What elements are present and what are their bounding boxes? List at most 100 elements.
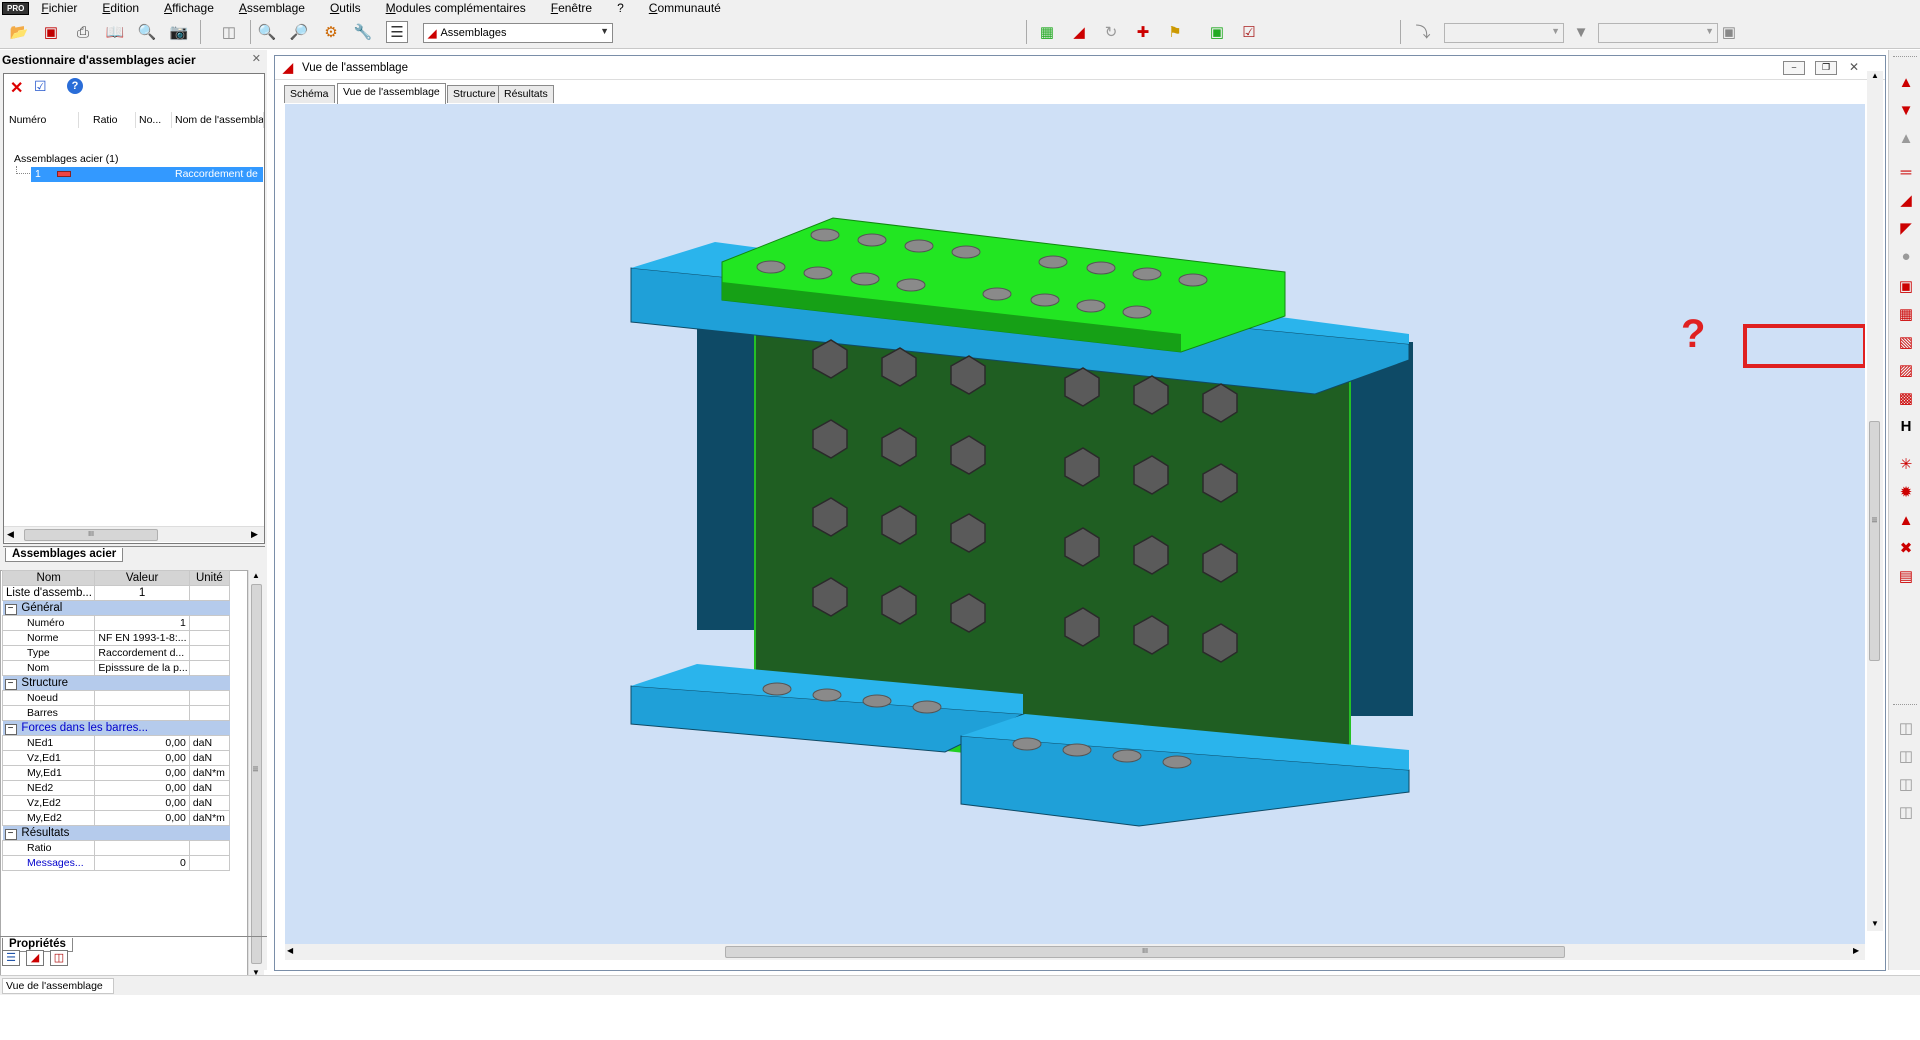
scroll-right-icon[interactable]: ▶ (251, 529, 258, 540)
haunch-icon[interactable]: ◤ (1896, 218, 1916, 238)
scroll-up-icon[interactable]: ▲ (1871, 71, 1879, 80)
anchor-icon[interactable]: ✳ (1896, 454, 1916, 474)
cross-bracing-icon[interactable]: ✖ (1896, 538, 1916, 558)
pointer-tool-icon[interactable]: ⤵ (1412, 21, 1434, 43)
gusset-icon[interactable]: ▧ (1896, 332, 1916, 352)
fin-plate-icon[interactable]: ▦ (1896, 304, 1916, 324)
prop-value[interactable]: 0,00 (94, 750, 190, 766)
viewport-hscroll[interactable]: ◀ III ▶ (285, 944, 1865, 960)
h-section-icon[interactable]: H (1896, 416, 1916, 436)
assembly-refresh-icon[interactable]: ↻ (1100, 21, 1122, 43)
screenshot-icon[interactable]: 📷 (168, 21, 190, 43)
verification-icon[interactable]: ☑ (1238, 21, 1260, 43)
tree-item-assembly-1[interactable]: 1 Raccordement de (31, 167, 263, 182)
menu-fichier[interactable]: Fichier (41, 1, 77, 15)
scroll-left-icon[interactable]: ◀ (287, 946, 293, 955)
disabled-tool-icon[interactable]: ◫ (1896, 718, 1916, 738)
disabled-tool-icon[interactable]: ◫ (1896, 802, 1916, 822)
settings-gear-icon[interactable]: ⚙ (320, 21, 342, 43)
prop-value[interactable]: 0,00 (94, 810, 190, 826)
save-icon[interactable]: ▣ (40, 21, 62, 43)
assemblages-combo[interactable]: ◢ Assemblages ▼ (423, 23, 613, 43)
scroll-thumb[interactable] (251, 584, 262, 964)
beam-column-icon[interactable]: ▼ (1896, 100, 1916, 120)
zoom-icon[interactable]: 🔍 (256, 21, 278, 43)
print-preview-icon[interactable]: 🔍 (136, 21, 158, 43)
column-ratio[interactable]: Ratio (79, 112, 136, 128)
menu-affichage[interactable]: Affichage (164, 1, 214, 15)
tower-base-icon[interactable]: ▤ (1896, 566, 1916, 586)
scroll-thumb[interactable]: III (24, 529, 158, 541)
messages-link[interactable]: Messages... (1, 855, 96, 871)
prop-value[interactable] (94, 690, 190, 706)
truss-node-icon[interactable]: ▩ (1896, 388, 1916, 408)
beam-splice-icon[interactable]: ▣ (1896, 276, 1916, 296)
prop-value[interactable]: 0,00 (94, 795, 190, 811)
prop-value[interactable] (94, 840, 190, 856)
scroll-right-icon[interactable]: ▶ (1853, 946, 1859, 955)
disabled-tool-icon[interactable]: ◫ (1896, 774, 1916, 794)
tree-root[interactable]: Assemblages acier (1) (14, 153, 118, 165)
define-assembly-icon[interactable]: ▦ (1036, 21, 1058, 43)
window-icon[interactable]: ◫ (218, 21, 240, 43)
tab-schema[interactable]: Schéma (284, 85, 335, 103)
menu-modules[interactable]: Modules complémentaires (386, 1, 526, 15)
assembly-view-icon[interactable]: ◢ (26, 950, 44, 966)
angle-cleat-icon[interactable]: ▨ (1896, 360, 1916, 380)
assembly-help-icon[interactable]: ⚑ (1164, 21, 1186, 43)
tab-structure[interactable]: Structure (447, 85, 502, 103)
menu-outils[interactable]: Outils (330, 1, 361, 15)
prop-value[interactable]: Raccordement d... (94, 645, 190, 661)
help-icon[interactable]: ? (67, 78, 83, 94)
properties-vscroll[interactable]: ▲ III ▼ (248, 570, 264, 982)
tools-wrench-icon[interactable]: 🔧 (352, 21, 374, 43)
delete-icon[interactable]: ✕ (10, 78, 23, 98)
disabled-tool-icon[interactable]: ◫ (1896, 746, 1916, 766)
menu-help[interactable]: ? (617, 1, 624, 15)
calculation-icon[interactable]: ▣ (1206, 21, 1228, 43)
prop-value[interactable] (94, 705, 190, 721)
tab-vue-assemblage[interactable]: Vue de l'assemblage (337, 83, 446, 104)
prop-list-value[interactable]: 1 (94, 585, 190, 601)
print-icon[interactable]: ⎙ (72, 21, 94, 43)
splice-icon[interactable]: ═ (1896, 162, 1916, 182)
column-nom[interactable]: Nom de l'assembla (172, 112, 264, 128)
scroll-thumb[interactable] (1869, 421, 1880, 661)
close-icon[interactable]: ✕ (252, 52, 261, 65)
manager-hscroll[interactable]: ◀ III ▶ (4, 526, 264, 542)
circular-base-icon[interactable]: ✹ (1896, 482, 1916, 502)
collapse-results-icon[interactable]: − (4, 828, 17, 840)
collapse-general-icon[interactable]: − (4, 603, 17, 615)
scroll-down-icon[interactable]: ▼ (1871, 919, 1879, 928)
prop-value[interactable]: 0,00 (94, 735, 190, 751)
list-report-icon[interactable]: ☰ (386, 21, 408, 43)
prop-value[interactable]: 0,00 (94, 780, 190, 796)
knee-icon[interactable]: ◢ (1896, 190, 1916, 210)
menu-edition[interactable]: Edition (102, 1, 139, 15)
section-tool-icon[interactable]: ▼ (1570, 21, 1592, 43)
new-assembly-icon[interactable]: ◢ (1068, 21, 1090, 43)
scroll-left-icon[interactable]: ◀ (7, 529, 14, 540)
tab-assemblages-acier[interactable]: Assemblages acier (5, 548, 124, 562)
disabled-tool-icon[interactable]: ● (1896, 246, 1916, 266)
viewport-vscroll[interactable]: ▲ III ▼ (1867, 71, 1883, 931)
menu-communaute[interactable]: Communauté (649, 1, 721, 15)
open-folder-icon[interactable]: 📂 (8, 21, 30, 43)
3d-viewport[interactable]: ? (285, 104, 1865, 944)
add-assembly-icon[interactable]: ✚ (1132, 21, 1154, 43)
close-icon[interactable]: ✕ (1849, 60, 1859, 74)
prop-value[interactable]: 0 (94, 855, 190, 871)
collapse-structure-icon[interactable]: − (4, 678, 17, 690)
disabled-tool-icon[interactable]: ▲ (1896, 128, 1916, 148)
prop-value[interactable]: 0,00 (94, 765, 190, 781)
minimize-icon[interactable]: ⎯ (1783, 61, 1805, 75)
column-numero[interactable]: Numéro (6, 112, 79, 128)
prop-value[interactable]: NF EN 1993-1-8:... (94, 630, 190, 646)
bracing-icon[interactable]: ▲ (1896, 510, 1916, 530)
collapse-forces-icon[interactable]: − (4, 723, 17, 735)
comment-icon[interactable]: ▣ (1718, 21, 1740, 43)
prop-value[interactable]: 1 (94, 615, 190, 631)
tab-resultats[interactable]: Résultats (498, 85, 554, 103)
disabled-combo-1[interactable]: ▼ (1444, 23, 1564, 43)
zoom-window-icon[interactable]: 🔎 (288, 21, 310, 43)
